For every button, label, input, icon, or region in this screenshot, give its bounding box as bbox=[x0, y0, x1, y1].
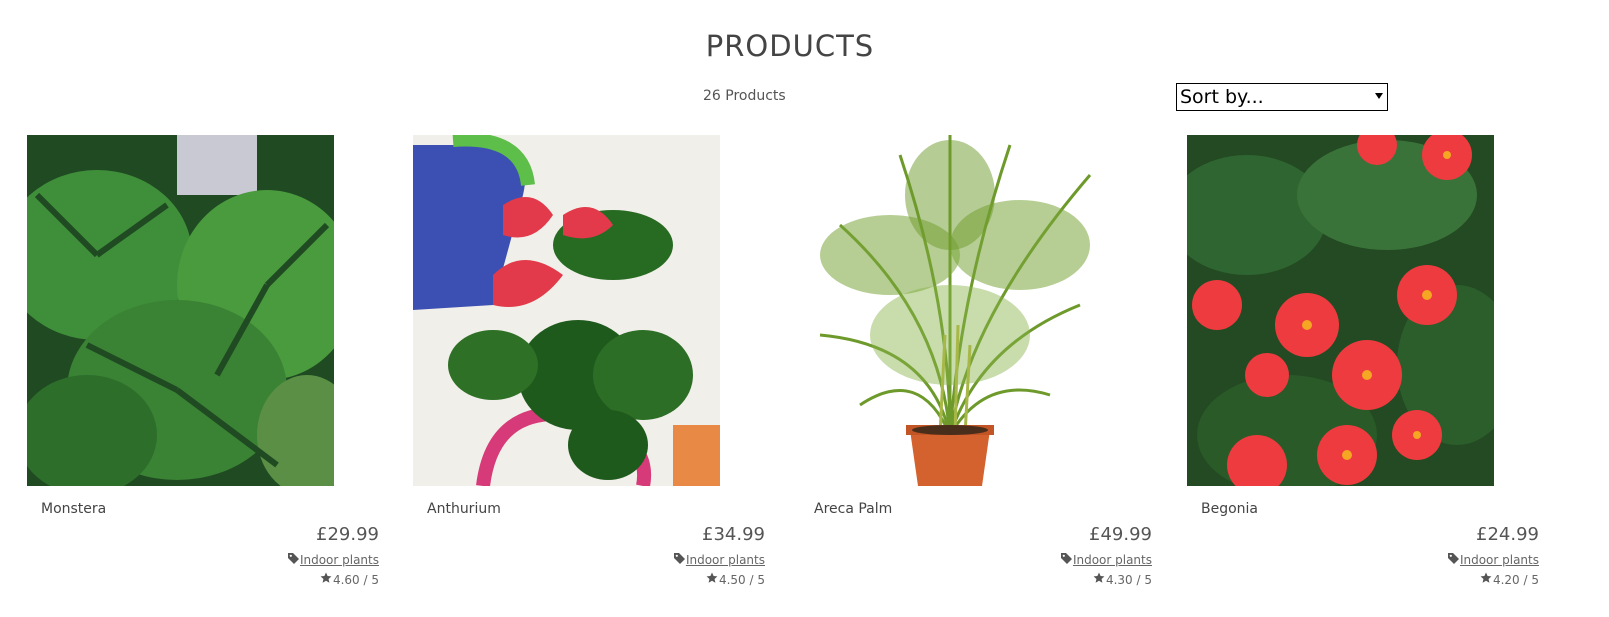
tag-icon bbox=[673, 553, 685, 567]
product-price: £49.99 bbox=[1089, 524, 1152, 545]
product-rating: 4.50 / 5 bbox=[706, 572, 765, 587]
product-price: £29.99 bbox=[316, 524, 379, 545]
chevron-down-icon bbox=[1375, 93, 1383, 99]
rating-value: 4.50 / 5 bbox=[718, 572, 765, 587]
tag-icon bbox=[287, 553, 299, 567]
product-category: Indoor plants bbox=[287, 553, 379, 567]
rating-value: 4.30 / 5 bbox=[1105, 572, 1152, 587]
product-price: £34.99 bbox=[702, 524, 765, 545]
product-image-areca-palm[interactable] bbox=[800, 135, 1107, 486]
product-price: £24.99 bbox=[1476, 524, 1539, 545]
product-card: Anthurium £34.99 Indoor plants 4.50 / 5 bbox=[413, 135, 765, 605]
product-name[interactable]: Areca Palm bbox=[814, 501, 892, 517]
product-category: Indoor plants bbox=[1060, 553, 1152, 567]
category-link[interactable]: Indoor plants bbox=[1460, 553, 1539, 567]
star-icon bbox=[1480, 572, 1492, 587]
category-link[interactable]: Indoor plants bbox=[686, 553, 765, 567]
product-image-monstera[interactable] bbox=[27, 135, 334, 486]
sort-select[interactable]: Sort by... bbox=[1176, 83, 1388, 111]
product-rating: 4.30 / 5 bbox=[1093, 572, 1152, 587]
category-link[interactable]: Indoor plants bbox=[300, 553, 379, 567]
sort-select-value: Sort by... bbox=[1180, 86, 1264, 108]
star-icon bbox=[320, 572, 332, 587]
product-card: Areca Palm £49.99 Indoor plants 4.30 / 5 bbox=[800, 135, 1152, 605]
page-title: PRODUCTS bbox=[705, 29, 875, 64]
product-rating: 4.20 / 5 bbox=[1480, 572, 1539, 587]
tag-icon bbox=[1060, 553, 1072, 567]
star-icon bbox=[706, 572, 718, 587]
rating-value: 4.60 / 5 bbox=[332, 572, 379, 587]
star-icon bbox=[1093, 572, 1105, 587]
tag-icon bbox=[1447, 553, 1459, 567]
product-category: Indoor plants bbox=[1447, 553, 1539, 567]
product-name[interactable]: Monstera bbox=[41, 501, 106, 517]
product-name[interactable]: Anthurium bbox=[427, 501, 501, 517]
product-image-begonia[interactable] bbox=[1187, 135, 1494, 486]
product-image-anthurium[interactable] bbox=[413, 135, 720, 486]
rating-value: 4.20 / 5 bbox=[1492, 572, 1539, 587]
product-card: Begonia £24.99 Indoor plants 4.20 / 5 bbox=[1187, 135, 1539, 605]
product-name[interactable]: Begonia bbox=[1201, 501, 1258, 517]
product-category: Indoor plants bbox=[673, 553, 765, 567]
product-count: 26 Products bbox=[703, 88, 786, 104]
product-rating: 4.60 / 5 bbox=[320, 572, 379, 587]
category-link[interactable]: Indoor plants bbox=[1073, 553, 1152, 567]
product-card: Monstera £29.99 Indoor plants 4.60 / 5 bbox=[27, 135, 379, 605]
